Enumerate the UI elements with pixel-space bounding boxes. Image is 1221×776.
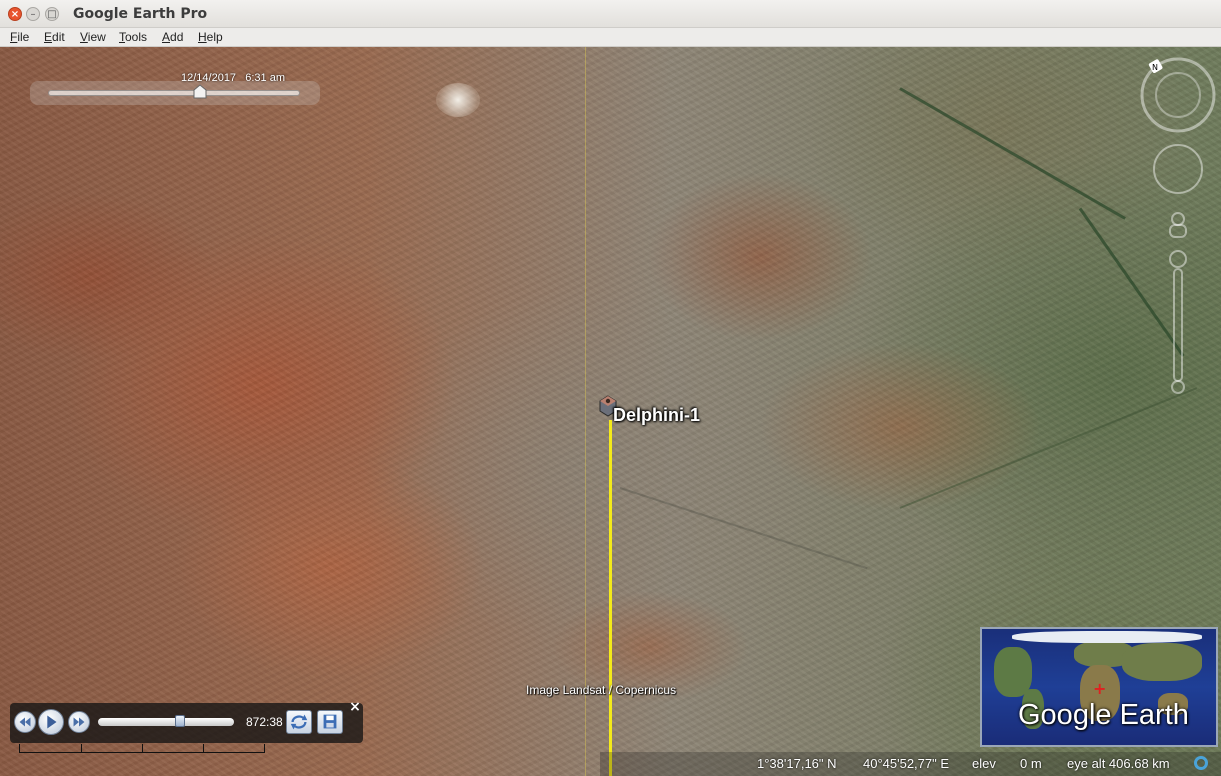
ground-track-line <box>609 420 612 776</box>
status-longitude: 40°45'52,77" E <box>863 756 950 771</box>
status-elev-value: 0 m <box>1020 756 1042 771</box>
tour-controls: 872:38 × <box>10 700 363 743</box>
save-icon <box>323 714 337 729</box>
overview-ice <box>1012 631 1202 643</box>
salt-pan <box>436 83 480 117</box>
svg-text:N: N <box>1152 63 1158 72</box>
save-tour-button[interactable] <box>317 710 343 734</box>
time-slider-track[interactable] <box>48 90 300 96</box>
fast-forward-icon <box>73 717 85 727</box>
menu-view[interactable]: View <box>80 30 106 44</box>
tour-close-button[interactable]: × <box>348 700 362 714</box>
window-minimize-button[interactable]: – <box>26 7 40 21</box>
overview-land <box>1122 643 1202 681</box>
menu-add[interactable]: Add <box>162 30 183 44</box>
time-slider-date: 12/14/2017 <box>181 72 237 84</box>
overview-location-marker: + <box>1093 679 1107 698</box>
status-latitude: 1°38'17,16" N <box>757 756 837 771</box>
menu-help[interactable]: Help <box>198 30 223 44</box>
window-close-button[interactable]: × <box>8 7 22 21</box>
menu-tools[interactable]: Tools <box>119 30 147 44</box>
status-elev-label: elev <box>972 756 996 771</box>
play-button[interactable] <box>38 709 64 735</box>
meridian-line <box>585 47 586 776</box>
repeat-icon <box>290 714 308 730</box>
tour-progress-track[interactable] <box>98 718 234 726</box>
time-slider-datetime: 12/14/2017 6:31 am <box>181 72 285 84</box>
repeat-button[interactable] <box>286 710 312 734</box>
menu-edit[interactable]: Edit <box>44 30 65 44</box>
status-bar: 1°38'17,16" N 40°45'52,77" E elev 0 m ey… <box>600 752 1221 776</box>
placemark-label[interactable]: Delphini-1 <box>613 405 700 426</box>
look-joystick-icon[interactable] <box>1153 144 1203 194</box>
streaming-indicator-icon <box>1194 756 1208 770</box>
play-icon <box>47 715 57 729</box>
menu-file[interactable]: File <box>10 30 29 44</box>
overview-brand-logo: Google Earth <box>1018 699 1189 731</box>
map-view[interactable]: Delphini-1 12/14/2017 6:31 am N Image La… <box>0 47 1221 776</box>
window-maximize-button[interactable]: □ <box>45 7 59 21</box>
tour-elapsed-time: 872:38 <box>246 715 283 729</box>
rewind-button[interactable] <box>14 711 36 733</box>
status-eye-alt: eye alt 406.68 km <box>1067 756 1170 771</box>
tour-scale-ruler <box>19 744 265 753</box>
time-slider-time: 6:31 am <box>245 72 285 84</box>
move-joystick-icon[interactable] <box>1169 212 1187 238</box>
navigation-controls: N <box>1140 57 1216 394</box>
fast-forward-button[interactable] <box>68 711 90 733</box>
north-compass-icon[interactable]: N <box>1140 57 1216 133</box>
rewind-icon <box>19 717 31 727</box>
imagery-attribution: Image Landsat / Copernicus <box>526 683 677 697</box>
menu-bar: File Edit View Tools Add Help <box>0 28 1221 47</box>
time-slider-thumb[interactable] <box>192 84 208 100</box>
overview-map[interactable]: + Google Earth <box>980 627 1218 747</box>
zoom-slider-icon[interactable] <box>1169 250 1187 394</box>
window-titlebar: × – □ Google Earth Pro <box>0 0 1221 28</box>
tour-progress-thumb[interactable] <box>175 715 185 727</box>
window-title: Google Earth Pro <box>73 6 208 22</box>
